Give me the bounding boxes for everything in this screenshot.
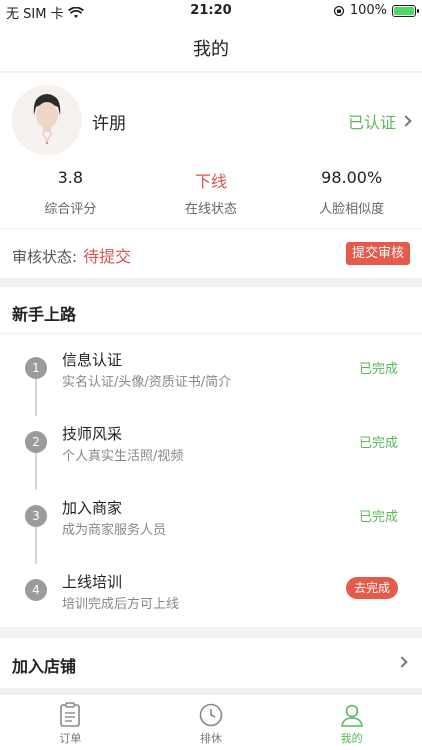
verified-label: 已认证: [347, 113, 396, 132]
tab-label: 我的: [340, 732, 363, 745]
audit-status-value: 待提交: [83, 247, 132, 266]
step-item[interactable]: 2 技师风采 个人真实生活照/视频 已完成: [12, 423, 410, 483]
tab-bar: 订单 排休 我的: [0, 693, 422, 750]
avatar-image: [12, 85, 82, 155]
stats-row: 3.8 综合评分 下线 在线状态 98.00% 人脸相似度: [0, 168, 422, 217]
tab-schedule[interactable]: 排休: [141, 694, 282, 750]
stat-rating: 3.8 综合评分: [0, 168, 141, 217]
orientation-lock-icon: [333, 5, 344, 16]
audit-row: 审核状态: 待提交 提交审核: [0, 228, 422, 278]
status-bar: 无 SIM 卡 21:20 100%: [0, 0, 422, 22]
step-title: 上线培训: [62, 573, 123, 591]
stat-face-similarity: 98.00% 人脸相似度: [281, 168, 422, 217]
profile-card: 许朋 已认证 3.8 综合评分 下线 在线状态 98.00% 人脸相似度 审核状…: [0, 73, 422, 278]
step-title: 加入商家: [62, 499, 123, 517]
join-store-label: 加入店铺: [12, 657, 77, 676]
tab-orders[interactable]: 订单: [0, 694, 141, 750]
clipboard-icon: [60, 702, 81, 727]
step-desc: 实名认证/头像/资质证书/简介: [62, 375, 232, 390]
tab-mine[interactable]: 我的: [281, 694, 422, 750]
stat-value: 下线: [195, 172, 228, 191]
page-title: 我的: [193, 39, 229, 60]
audit-label: 审核状态:: [12, 248, 78, 266]
steps-list: 1 信息认证 实名认证/头像/资质证书/简介 已完成 2 技师风采 个人真实生活…: [12, 343, 410, 615]
status-right: 100%: [333, 3, 419, 18]
go-complete-button[interactable]: 去完成: [345, 577, 398, 599]
stat-label: 人脸相似度: [319, 202, 385, 217]
step-status: 已完成: [358, 362, 398, 377]
stat-value: 98.00%: [321, 168, 383, 187]
stat-label: 综合评分: [44, 202, 97, 217]
stat-value: 3.8: [57, 168, 84, 187]
section-title: 新手上路: [0, 287, 422, 334]
submit-review-button[interactable]: 提交审核: [345, 242, 410, 265]
step-title: 信息认证: [62, 351, 123, 369]
user-icon: [340, 704, 363, 727]
tab-label: 订单: [59, 732, 82, 745]
battery-percent: 100%: [349, 3, 387, 18]
step-number: 1: [25, 357, 47, 379]
avatar[interactable]: [12, 85, 82, 155]
chevron-right-icon: [396, 656, 408, 668]
step-item[interactable]: 1 信息认证 实名认证/头像/资质证书/简介 已完成: [12, 349, 410, 409]
step-desc: 培训完成后方可上线: [62, 597, 180, 612]
page: 无 SIM 卡 21:20 100% 我的 许朋 已认证 3.8 综合评分 下线…: [0, 0, 422, 750]
step-item: 4 上线培训 培训完成后方可上线 去完成: [12, 571, 410, 631]
step-status: 已完成: [358, 510, 398, 525]
user-name: 许朋: [92, 114, 126, 134]
nav-bar: 我的: [0, 22, 422, 72]
step-item[interactable]: 3 加入商家 成为商家服务人员 已完成: [12, 497, 410, 557]
tab-label: 排休: [200, 732, 222, 745]
stat-online-status: 下线 在线状态: [141, 168, 282, 217]
stat-label: 在线状态: [185, 202, 238, 217]
clock-icon: [199, 703, 223, 727]
newbie-guide: 新手上路 1 信息认证 实名认证/头像/资质证书/简介 已完成 2 技师风采 个…: [0, 287, 422, 627]
verified-link[interactable]: 已认证: [347, 109, 412, 133]
join-store-row[interactable]: 加入店铺: [0, 638, 422, 688]
step-number: 2: [25, 431, 47, 453]
audit-status: 审核状态: 待提交: [12, 243, 131, 267]
step-title: 技师风采: [62, 425, 123, 443]
step-number: 4: [25, 579, 47, 601]
step-desc: 个人真实生活照/视频: [62, 449, 184, 464]
step-status: 已完成: [358, 436, 398, 451]
step-desc: 成为商家服务人员: [62, 523, 167, 538]
battery-icon: [392, 4, 419, 17]
chevron-right-icon: [400, 115, 412, 127]
step-number: 3: [25, 505, 47, 527]
